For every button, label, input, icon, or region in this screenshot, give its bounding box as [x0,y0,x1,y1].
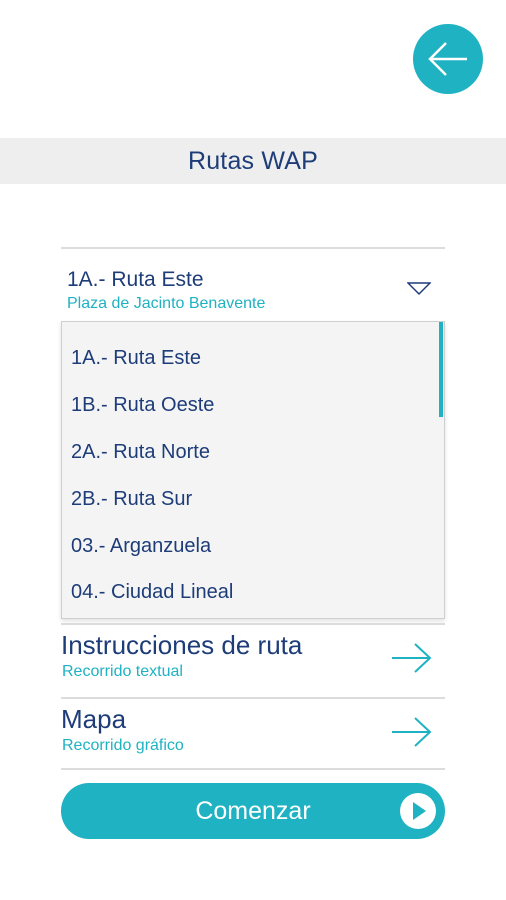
dropdown-item-1a[interactable]: 1A.- Ruta Este [71,338,431,378]
dropdown-item-2a[interactable]: 2A.- Ruta Norte [71,432,431,472]
start-button[interactable]: Comenzar [61,783,445,839]
option-subtitle: Recorrido textual [62,663,183,680]
chevron-down-icon [407,282,431,296]
dropdown-item-03[interactable]: 03.- Arganzuela [71,526,431,566]
option-subtitle: Recorrido gráfico [62,737,184,754]
arrow-right-icon [392,717,432,747]
start-button-label: Comenzar [195,796,311,825]
map-button[interactable]: Mapa Recorrido gráfico [61,700,445,766]
header-bar: Rutas WAP [0,138,506,184]
play-icon [400,793,436,829]
dropdown-item-04[interactable]: 04.- Ciudad Lineal [71,572,431,612]
dropdown-item-1b[interactable]: 1B.- Ruta Oeste [71,385,431,425]
back-button[interactable] [413,24,483,94]
divider [61,768,445,770]
page-title: Rutas WAP [187,146,319,175]
selected-route-subtitle: Plaza de Jacinto Benavente [67,295,266,312]
arrow-right-icon [392,643,432,673]
divider [61,623,445,625]
dropdown-scrollbar[interactable] [439,322,443,417]
divider [61,247,445,249]
dropdown-item-2b[interactable]: 2B.- Ruta Sur [71,479,431,519]
option-title: Instrucciones de ruta [61,630,303,660]
route-instructions-button[interactable]: Instrucciones de ruta Recorrido textual [61,626,445,692]
option-title: Mapa [61,704,127,734]
arrow-left-icon [428,42,467,76]
selected-route-title: 1A.- Ruta Este [67,268,204,291]
route-dropdown-list[interactable]: 1A.- Ruta Este 1B.- Ruta Oeste 2A.- Ruta… [61,321,445,619]
route-selector[interactable]: 1A.- Ruta Este Plaza de Jacinto Benavent… [61,252,445,318]
divider [61,697,445,699]
